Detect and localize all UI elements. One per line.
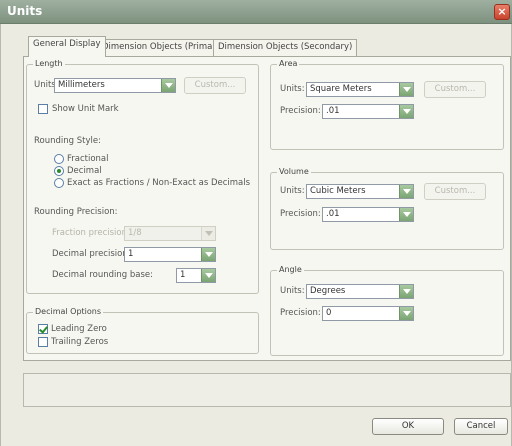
fraction-precision-label: Fraction precision: [52,228,130,238]
chevron-down-icon[interactable] [399,307,413,320]
area-units-label: Units: [280,84,305,94]
decimal-rounding-base-label: Decimal rounding base: [52,270,154,280]
decimal-rounding-base-select[interactable]: 1 [176,268,216,283]
volume-precision-select[interactable]: .01 [322,207,414,222]
angle-precision-select[interactable]: 0 [322,306,414,321]
chevron-down-icon[interactable] [399,105,413,118]
chevron-down-icon[interactable] [399,83,413,96]
radio-fractional[interactable] [54,154,64,164]
status-area [23,373,511,407]
radio-exact-fractions[interactable] [54,178,64,188]
chevron-down-icon[interactable] [399,285,413,298]
cancel-button[interactable]: Cancel [454,418,508,435]
angle-units-label: Units: [280,286,305,296]
decimal-precision-select[interactable]: 1 [124,247,216,262]
chevron-down-icon[interactable] [399,208,413,221]
trailing-zeros-checkbox[interactable] [38,337,48,347]
fraction-precision-select[interactable]: 1/8 [124,226,216,241]
window-title: Units [7,4,43,18]
volume-units-value: Cubic Meters [310,186,366,196]
radio-exact-fractions-label: Exact as Fractions / Non-Exact as Decima… [67,178,251,188]
chevron-down-icon[interactable] [201,227,215,240]
area-units-value: Square Meters [310,84,372,94]
length-group-label: Length [33,59,65,68]
length-custom-button[interactable]: Custom... [184,77,246,94]
radio-fractional-label: Fractional [67,154,109,164]
chevron-down-icon[interactable] [161,79,175,92]
trailing-zeros-label: Trailing Zeros [51,337,109,347]
chevron-down-icon[interactable] [201,269,215,282]
volume-units-select[interactable]: Cubic Meters [306,184,414,199]
angle-precision-value: 0 [326,308,332,318]
decimal-rounding-base-value: 1 [180,270,186,280]
area-group-label: Area [277,59,300,68]
leading-zero-label: Leading Zero [51,324,107,334]
tab-dimension-secondary[interactable]: Dimension Objects (Secondary) [213,39,358,56]
show-unit-mark-label: Show Unit Mark [52,104,119,114]
title-bar: Units × [0,0,512,24]
radio-decimal[interactable] [54,166,64,176]
rounding-style-label: Rounding Style: [34,136,101,146]
rounding-precision-label: Rounding Precision: [34,207,118,217]
volume-custom-button[interactable]: Custom... [424,183,486,200]
fraction-precision-value: 1/8 [128,228,142,238]
tab-general-display[interactable]: General Display [28,36,106,57]
area-precision-value: .01 [326,106,340,116]
angle-group-label: Angle [277,265,304,274]
chevron-down-icon[interactable] [399,185,413,198]
decimal-precision-value: 1 [128,249,134,259]
volume-precision-label: Precision: [280,209,321,219]
decimal-precision-label: Decimal precision: [52,249,131,259]
volume-precision-value: .01 [326,209,340,219]
chevron-down-icon[interactable] [201,248,215,261]
show-unit-mark-checkbox[interactable] [38,104,48,114]
area-precision-label: Precision: [280,106,321,116]
angle-precision-label: Precision: [280,308,321,318]
area-units-select[interactable]: Square Meters [306,82,414,97]
tab-dimension-primary[interactable]: Dimension Objects (Primary) [97,39,230,56]
length-units-value: Millimeters [58,80,105,90]
volume-units-label: Units: [280,186,305,196]
ok-button[interactable]: OK [372,418,444,435]
leading-zero-checkbox[interactable] [38,324,48,334]
volume-group-label: Volume [277,167,311,176]
area-custom-button[interactable]: Custom... [424,81,486,98]
area-precision-select[interactable]: .01 [322,104,414,119]
angle-units-select[interactable]: Degrees [306,284,414,299]
angle-units-value: Degrees [310,286,346,296]
close-icon[interactable]: × [494,4,510,20]
decimal-options-label: Decimal Options [33,307,104,316]
length-units-select[interactable]: Millimeters [54,78,176,93]
radio-decimal-label: Decimal [67,166,102,176]
